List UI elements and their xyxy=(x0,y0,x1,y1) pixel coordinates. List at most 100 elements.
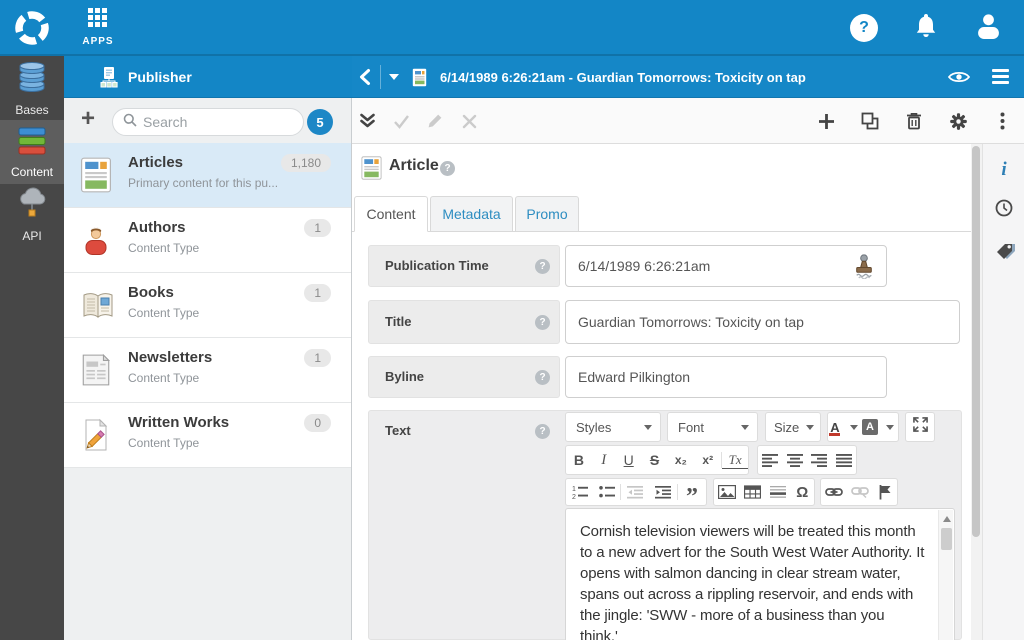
tags-button[interactable] xyxy=(983,242,1024,266)
blockquote-button[interactable]: ” xyxy=(678,479,706,505)
list-item-books[interactable]: Books Content Type 1 xyxy=(64,273,351,338)
italic-button[interactable]: I xyxy=(592,446,616,474)
numbered-list-icon[interactable]: 12 xyxy=(566,479,593,505)
kebab-menu-icon[interactable] xyxy=(991,110,1013,132)
field-label: Publication Time xyxy=(385,258,489,273)
panel-scrollbar[interactable] xyxy=(971,144,982,640)
settings-gear-icon[interactable] xyxy=(947,110,969,132)
dropdown-label: Font xyxy=(678,420,704,435)
cloud-api-icon xyxy=(14,187,50,226)
tab-metadata[interactable]: Metadata xyxy=(430,196,513,232)
bold-button[interactable]: B xyxy=(566,446,592,474)
unlink-icon[interactable] xyxy=(847,479,873,505)
insert-image-icon[interactable] xyxy=(714,479,739,505)
apps-label: APPS xyxy=(82,36,113,47)
horizontal-rule-icon[interactable] xyxy=(765,479,790,505)
insert-table-icon[interactable] xyxy=(739,479,764,505)
help-icon[interactable]: ? xyxy=(535,424,550,439)
remove-format-button[interactable]: Tx xyxy=(722,452,748,469)
menu-icon[interactable] xyxy=(992,69,1009,89)
subscript-button[interactable]: x₂ xyxy=(667,446,694,474)
maximize-icon xyxy=(913,417,928,437)
bulleted-list-icon[interactable] xyxy=(593,479,620,505)
content-browser-panel: Publisher + × 5 Arti xyxy=(64,56,352,640)
duplicate-icon[interactable] xyxy=(859,110,881,132)
list-item-newsletters[interactable]: Newsletters Content Type 1 xyxy=(64,338,351,403)
justify-icon[interactable] xyxy=(832,446,857,474)
publication-time-input[interactable] xyxy=(565,245,887,287)
article-type-icon xyxy=(361,156,382,185)
align-right-icon[interactable] xyxy=(807,446,832,474)
size-dropdown[interactable]: Size xyxy=(765,412,821,442)
editor-scrollbar[interactable] xyxy=(938,510,953,640)
chevron-down-icon xyxy=(886,425,894,430)
cancel-x-icon[interactable] xyxy=(458,110,480,132)
help-icon[interactable]: ? xyxy=(535,370,550,385)
timestamp-stamp-icon[interactable] xyxy=(852,254,876,284)
insert-buttons-group: Ω xyxy=(713,478,815,506)
approve-check-icon[interactable] xyxy=(390,110,412,132)
font-dropdown[interactable]: Font xyxy=(667,412,758,442)
list-item-authors[interactable]: Authors Content Type 1 xyxy=(64,208,351,273)
preview-eye-icon[interactable] xyxy=(948,70,970,89)
maximize-button[interactable] xyxy=(905,412,935,442)
delete-trash-icon[interactable] xyxy=(903,110,925,132)
scroll-up-arrow-icon[interactable] xyxy=(943,516,951,522)
help-icon[interactable]: ? xyxy=(440,161,455,176)
link-buttons-group xyxy=(820,478,898,506)
bg-color-button[interactable]: A xyxy=(862,413,878,441)
grid-icon xyxy=(88,8,108,33)
underline-button[interactable]: U xyxy=(616,446,642,474)
editor-text[interactable]: Cornish television viewers will be treat… xyxy=(566,509,938,640)
edit-pencil-icon[interactable] xyxy=(424,110,446,132)
sidebar-item-bases[interactable]: Bases xyxy=(0,58,64,120)
superscript-button[interactable]: x² xyxy=(694,446,721,474)
apps-button[interactable]: APPS xyxy=(78,8,118,50)
back-button[interactable] xyxy=(358,68,371,91)
document-panel: 6/14/1989 6:26:21am - Guardian Tomorrows… xyxy=(352,56,1024,640)
text-color-button[interactable]: A xyxy=(828,413,842,441)
anchor-flag-icon[interactable] xyxy=(874,479,897,505)
help-icon[interactable]: ? xyxy=(535,315,550,330)
history-button[interactable] xyxy=(983,198,1024,222)
special-char-button[interactable]: Ω xyxy=(790,479,814,505)
add-content-button[interactable]: + xyxy=(76,106,100,134)
account-button[interactable] xyxy=(973,14,1003,42)
sidebar-item-api[interactable]: API xyxy=(0,184,64,246)
list-item-articles[interactable]: Articles Primary content for this pu... … xyxy=(64,143,351,208)
align-center-icon[interactable] xyxy=(783,446,808,474)
byline-input[interactable] xyxy=(565,356,887,398)
decrease-indent-icon[interactable] xyxy=(621,479,649,505)
list-item-written-works[interactable]: Written Works Content Type 0 xyxy=(64,403,351,468)
tab-content[interactable]: Content xyxy=(354,196,428,232)
svg-text:1: 1 xyxy=(572,486,576,493)
publisher-icon xyxy=(98,66,120,88)
link-icon[interactable] xyxy=(821,479,847,505)
dropdown-label: Size xyxy=(774,420,799,435)
info-button[interactable]: i xyxy=(983,158,1024,182)
chevron-down-icon xyxy=(644,425,652,430)
scrollbar-thumb[interactable] xyxy=(941,528,952,550)
page-pencil-icon xyxy=(79,417,115,453)
app-logo[interactable] xyxy=(12,8,52,48)
pinwheel-logo-icon xyxy=(12,35,52,52)
title-input[interactable] xyxy=(565,300,960,344)
search-input[interactable] xyxy=(143,114,324,130)
increase-indent-icon[interactable] xyxy=(649,479,677,505)
align-left-icon[interactable] xyxy=(758,446,783,474)
help-icon[interactable]: ? xyxy=(535,259,550,274)
check-in-icon[interactable] xyxy=(356,110,378,132)
chevron-down-icon[interactable] xyxy=(389,74,399,80)
tab-promo[interactable]: Promo xyxy=(515,196,579,232)
strikethrough-button[interactable]: S xyxy=(642,446,668,474)
add-icon[interactable] xyxy=(815,110,837,132)
help-button[interactable]: ? xyxy=(850,14,878,42)
filter-count-badge[interactable]: 5 xyxy=(307,109,333,135)
notifications-button[interactable] xyxy=(911,13,941,43)
sidebar-item-content[interactable]: Content xyxy=(0,120,64,184)
field-label-byline: Byline ? xyxy=(368,356,560,398)
rich-text-editor[interactable]: Cornish television viewers will be treat… xyxy=(565,508,955,640)
content-type-title: Article xyxy=(389,157,439,175)
styles-dropdown[interactable]: Styles xyxy=(565,412,661,442)
scrollbar-thumb[interactable] xyxy=(972,146,980,537)
